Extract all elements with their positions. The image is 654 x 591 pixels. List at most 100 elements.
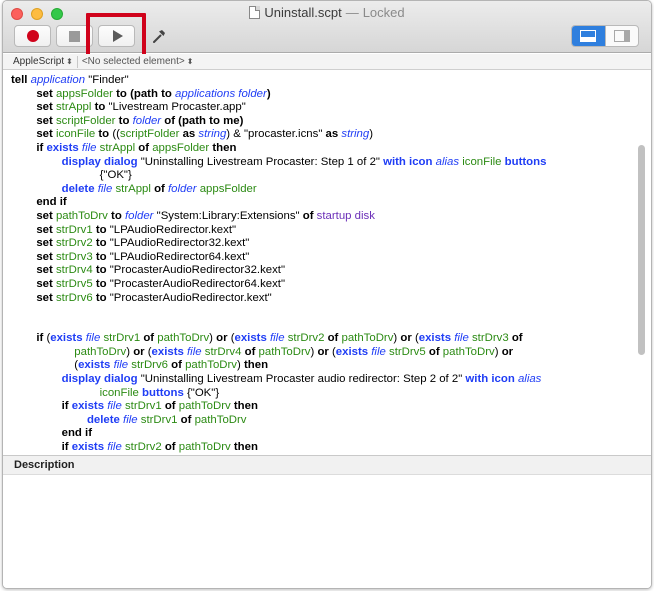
code-token: "Livestream Procaster.app" xyxy=(108,101,246,114)
updown-chevron-icon: ⬍ xyxy=(66,57,73,66)
code-token: with icon xyxy=(465,373,518,386)
show-side-pane-button[interactable] xyxy=(604,26,639,46)
code-token: "ProcasterAudioRedirector64.kext" xyxy=(109,277,285,290)
code-line[interactable]: iconFile buttons {"OK"} xyxy=(11,387,631,401)
code-line[interactable]: set strDrv5 to "ProcasterAudioRedirector… xyxy=(11,278,631,292)
code-line[interactable]: set strDrv6 to "ProcasterAudioRedirector… xyxy=(11,292,631,306)
code-token: pathToDrv xyxy=(178,400,231,413)
code-token: or xyxy=(216,332,231,345)
code-line[interactable]: set strAppl to "Livestream Procaster.app… xyxy=(11,101,631,115)
vertical-scrollbar[interactable] xyxy=(638,145,645,355)
code-token: strDrv3 xyxy=(55,250,93,263)
code-line[interactable]: if exists file strDrv2 of pathToDrv then xyxy=(11,441,631,455)
code-token: applications folder xyxy=(174,87,267,100)
code-token: or xyxy=(501,345,514,358)
code-token: set xyxy=(36,237,56,250)
code-line[interactable]: set strDrv3 to "LPAudioRedirector64.kext… xyxy=(11,251,631,265)
code-line[interactable]: end if xyxy=(11,196,631,210)
description-header: Description xyxy=(3,455,651,475)
code-line[interactable]: tell application "Finder" xyxy=(11,74,631,88)
code-line[interactable]: display dialog "Uninstalling Livestream … xyxy=(11,373,631,387)
code-token: pathToDrv xyxy=(74,345,127,358)
code-token: then xyxy=(230,441,258,454)
code-line[interactable] xyxy=(11,305,631,319)
code-token: strDrv2 xyxy=(124,441,162,454)
code-token: or xyxy=(400,332,415,345)
code-token: ) xyxy=(237,359,244,372)
code-token: iconFile xyxy=(99,386,139,399)
code-line[interactable]: display dialog "Uninstalling Livestream … xyxy=(11,156,631,170)
code-token: set xyxy=(36,291,56,304)
code-token: ) xyxy=(266,87,271,100)
code-line[interactable]: delete file strDrv1 of pathToDrv xyxy=(11,414,631,428)
view-toggle[interactable] xyxy=(571,25,639,47)
code-token: buttons xyxy=(138,386,187,399)
code-token: set xyxy=(36,223,56,236)
code-token: pathToDrv xyxy=(185,359,238,372)
code-line[interactable]: set iconFile to ((scriptFolder as string… xyxy=(11,128,631,142)
code-token: strAppl xyxy=(99,141,136,154)
code-token: exists xyxy=(50,332,86,345)
script-code[interactable]: tell application "Finder" set appsFolder… xyxy=(11,74,631,455)
code-token: to xyxy=(95,128,113,141)
element-popup[interactable]: <No selected element> ⬍ xyxy=(82,56,194,67)
code-line[interactable]: pathToDrv) or (exists file strDrv4 of pa… xyxy=(11,346,631,360)
code-line[interactable]: set strDrv2 to "LPAudioRedirector32.kext… xyxy=(11,237,631,251)
code-line[interactable]: end if xyxy=(11,427,631,441)
code-token: to xyxy=(92,250,110,263)
code-token: alias xyxy=(517,373,542,386)
code-token: "LPAudioRedirector64.kext" xyxy=(109,250,250,263)
code-token: exists xyxy=(71,400,108,413)
code-line[interactable]: set scriptFolder to folder of (path to m… xyxy=(11,115,631,129)
code-line[interactable]: delete file strAppl of folder appsFolder xyxy=(11,183,631,197)
window-locked-status: Locked xyxy=(362,5,405,20)
code-line[interactable] xyxy=(11,319,631,333)
navbar-divider xyxy=(76,55,78,68)
code-line[interactable]: if exists file strAppl of appsFolder the… xyxy=(11,142,631,156)
code-line[interactable]: set strDrv1 to "LPAudioRedirector.kext" xyxy=(11,224,631,238)
language-popup[interactable]: AppleScript ⬍ xyxy=(3,56,73,67)
code-token: to xyxy=(92,237,110,250)
code-token: appsFolder xyxy=(55,87,113,100)
side-pane-icon xyxy=(613,30,630,42)
show-bottom-pane-button[interactable] xyxy=(572,26,605,46)
code-token: file xyxy=(269,332,288,345)
code-line[interactable]: set strDrv4 to "ProcasterAudioRedirector… xyxy=(11,264,631,278)
script-editor[interactable]: tell application "Finder" set appsFolder… xyxy=(3,71,651,455)
code-token: then xyxy=(230,400,258,413)
description-area[interactable] xyxy=(3,475,651,588)
code-line[interactable]: set pathToDrv to folder "System:Library:… xyxy=(11,210,631,224)
code-line[interactable]: {"OK"} xyxy=(11,169,631,183)
code-token: delete xyxy=(86,413,124,426)
code-token: folder xyxy=(168,182,200,195)
code-token: appsFolder xyxy=(199,182,257,195)
code-token: pathToDrv xyxy=(157,332,210,345)
code-token: delete xyxy=(61,182,98,195)
code-line[interactable]: if exists file strDrv1 of pathToDrv then xyxy=(11,400,631,414)
code-line[interactable]: (exists file strDrv6 of pathToDrv) then xyxy=(11,359,631,373)
document-icon xyxy=(249,6,261,19)
code-token: strDrv4 xyxy=(55,264,93,277)
record-button[interactable] xyxy=(14,25,51,47)
title-separator: — xyxy=(345,5,359,20)
code-token: set xyxy=(36,87,56,100)
code-token: file xyxy=(371,345,389,358)
code-token: file xyxy=(113,359,132,372)
code-token: to xyxy=(107,209,125,222)
code-line[interactable]: if (exists file strDrv1 of pathToDrv) or… xyxy=(11,332,631,346)
code-token: "System:Library:Extensions" xyxy=(156,209,303,222)
title-bar: Uninstall.scpt — Locked xyxy=(3,1,651,58)
code-line[interactable]: set appsFolder to (path to applications … xyxy=(11,88,631,102)
